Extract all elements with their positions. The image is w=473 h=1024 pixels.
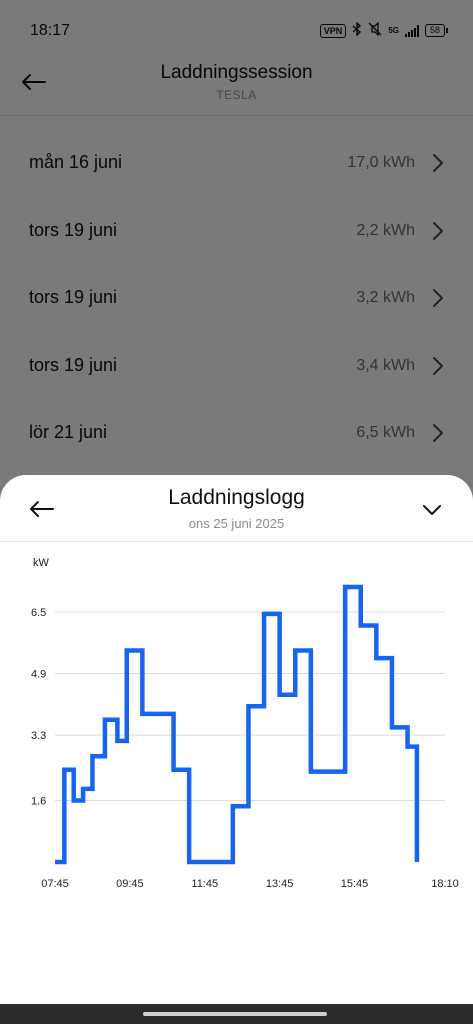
x-tick-label: 07:45 bbox=[41, 878, 69, 890]
bottom-sheet: Laddningslogg ons 25 juni 2025 kW 1.6 3.3… bbox=[0, 475, 473, 1024]
x-tick-label: 11:45 bbox=[191, 878, 218, 890]
y-tick-label: 6.5 bbox=[31, 607, 46, 619]
y-tick-label: 3.3 bbox=[31, 730, 46, 742]
y-tick-label: 4.9 bbox=[31, 669, 46, 681]
x-tick-label: 09:45 bbox=[116, 878, 144, 890]
x-tick-label: 18:10 bbox=[431, 878, 459, 890]
series-line bbox=[55, 584, 420, 865]
y-tick-label: 1.6 bbox=[31, 795, 46, 807]
x-tick-label: 15:45 bbox=[341, 878, 369, 890]
collapse-sheet-button[interactable] bbox=[419, 497, 445, 523]
home-handle[interactable] bbox=[143, 1012, 327, 1016]
chevron-down-icon bbox=[423, 505, 441, 515]
navigation-bar bbox=[0, 1004, 473, 1024]
sheet-title: Laddningslogg bbox=[168, 486, 305, 509]
x-tick-label: 13:45 bbox=[266, 878, 294, 890]
y-axis-label: kW bbox=[33, 557, 50, 569]
sheet-date: ons 25 juni 2025 bbox=[188, 516, 285, 531]
charging-chart: kW 1.6 3.3 4.9 6.5 07:45 09:45 11:45 13:45 15:4… bbox=[31, 557, 459, 890]
